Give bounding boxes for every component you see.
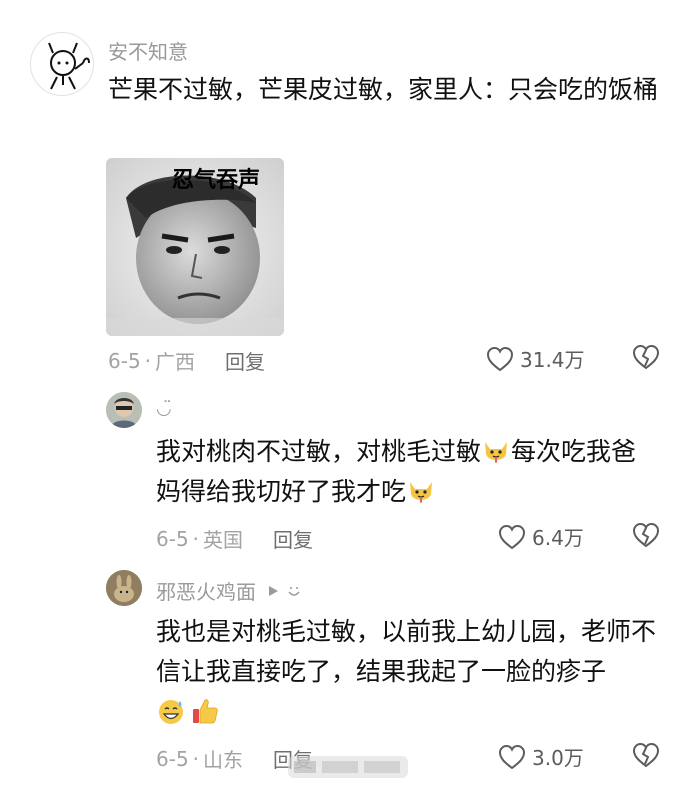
doodle-avatar-icon xyxy=(48,42,90,90)
separator: · xyxy=(144,348,152,373)
reply-button[interactable]: 回复 xyxy=(273,524,313,553)
dislike-button[interactable] xyxy=(632,742,660,772)
broken-heart-icon xyxy=(632,742,660,768)
thumbs-up-emoji xyxy=(193,699,218,724)
play-triangle-icon xyxy=(269,585,278,596)
like-button[interactable]: 3.0万 xyxy=(498,742,584,771)
comment-text-part: 我也是对桃毛过敏，以前我上幼儿园，老师不信让我直接吃了，结果我起了一脸的疹子 xyxy=(156,617,657,686)
broken-heart-icon xyxy=(632,522,660,548)
heart-outline-icon xyxy=(498,524,526,549)
meme-image[interactable]: 忍气吞声 xyxy=(106,158,284,336)
comment-location: 广西 xyxy=(155,350,196,374)
avatar[interactable] xyxy=(106,570,142,606)
smile-icon xyxy=(288,586,300,596)
broken-heart-icon xyxy=(632,344,660,370)
watermark-blur xyxy=(288,756,408,778)
comment-date: 6-5 xyxy=(108,348,141,373)
like-button[interactable]: 6.4万 xyxy=(498,522,584,551)
like-count: 31.4万 xyxy=(520,348,585,372)
separator: · xyxy=(192,526,200,551)
comment-meta: 6-5 · 广西 回复 xyxy=(108,346,265,375)
username-text: 邪恶火鸡面 xyxy=(156,580,256,604)
username[interactable]: 邪恶火鸡面 xyxy=(156,576,302,605)
username[interactable]: ◡̈ xyxy=(156,398,172,419)
comment-text: 我也是对桃毛过敏，以前我上幼儿园，老师不信让我直接吃了，结果我起了一脸的疹子 xyxy=(156,612,666,732)
heart-outline-icon xyxy=(486,346,514,371)
comment-date: 6-5 xyxy=(156,746,189,771)
separator: · xyxy=(192,746,200,771)
comment-date: 6-5 xyxy=(156,526,189,551)
comment-location: 英国 xyxy=(203,528,244,552)
avatar[interactable] xyxy=(30,32,94,96)
dog-tongue-emoji xyxy=(485,442,508,463)
dislike-button[interactable] xyxy=(632,344,660,374)
comment-location: 山东 xyxy=(203,748,244,772)
dog-tongue-emoji xyxy=(410,482,433,503)
comment-text: 芒果不过敏，芒果皮过敏，家里人：只会吃的饭桶 xyxy=(108,75,659,104)
heart-outline-icon xyxy=(498,744,526,769)
like-button[interactable]: 31.4万 xyxy=(486,344,585,373)
grin-sweat-emoji xyxy=(159,700,183,724)
comment-text-part: 我对桃肉不过敏，对桃毛过敏 xyxy=(156,437,482,466)
like-count: 6.4万 xyxy=(532,526,584,550)
comment-meta: 6-5 · 英国 回复 xyxy=(156,524,313,553)
reply-button[interactable]: 回复 xyxy=(225,346,265,375)
dislike-button[interactable] xyxy=(632,522,660,552)
like-count: 3.0万 xyxy=(532,746,584,770)
rabbit-photo-avatar xyxy=(106,570,142,606)
comment-text: 我对桃肉不过敏，对桃毛过敏 每次吃我爸妈得给我切好了我才吃 xyxy=(156,432,656,512)
person-photo-avatar xyxy=(106,392,142,428)
username[interactable]: 安不知意 xyxy=(108,36,188,65)
avatar[interactable] xyxy=(106,392,142,428)
meme-caption: 忍气吞声 xyxy=(172,168,261,193)
